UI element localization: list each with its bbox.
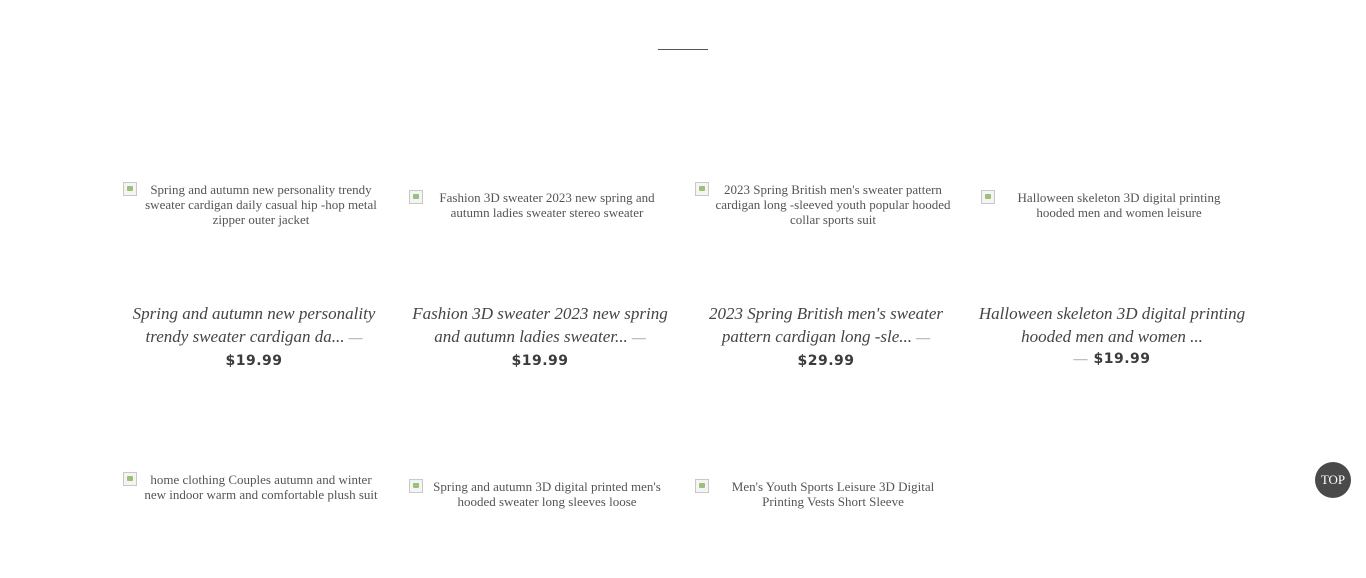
product-image-alt: home clothing Couples autumn and winter … [144,472,378,502]
broken-image-icon [123,182,137,196]
price-separator: — [916,331,931,346]
price-separator: — [348,331,363,346]
product-card[interactable]: Halloween skeleton 3D digital printing h… [979,0,1245,380]
back-to-top-button[interactable]: TOP [1315,462,1351,498]
price-separator: — [1073,352,1088,367]
product-title[interactable]: Halloween skeleton 3D digital printing h… [979,304,1245,346]
product-image-alt: 2023 Spring British men's sweater patter… [715,182,951,227]
product-image-alt: Spring and autumn 3D digital printed men… [433,479,661,509]
product-price: $19.99 [225,353,283,369]
product-price: $19.99 [1093,351,1151,367]
broken-image-icon [981,190,995,204]
broken-image-icon [409,479,423,493]
product-card[interactable]: home clothing Couples autumn and winter … [123,400,385,578]
product-card[interactable]: 2023 Spring British men's sweater patter… [695,0,957,380]
broken-image-icon [695,182,709,196]
product-info[interactable]: 2023 Spring British men's sweater patter… [689,302,963,371]
product-card[interactable]: Men's Youth Sports Leisure 3D Digital Pr… [695,400,957,578]
product-image-alt: Halloween skeleton 3D digital printing h… [1017,190,1221,220]
product-image[interactable]: home clothing Couples autumn and winter … [123,472,385,502]
product-image[interactable]: Spring and autumn 3D digital printed men… [409,479,671,509]
product-info[interactable]: Fashion 3D sweater 2023 new spring and a… [403,302,677,371]
product-title[interactable]: Spring and autumn new personality trendy… [133,304,376,346]
product-title[interactable]: 2023 Spring British men's sweater patter… [709,304,943,346]
product-image-alt: Spring and autumn new personality trendy… [145,182,377,227]
product-card[interactable]: Fashion 3D sweater 2023 new spring and a… [409,0,671,380]
product-image[interactable]: Spring and autumn new personality trendy… [123,182,385,227]
broken-image-icon [695,479,709,493]
product-price: $29.99 [797,353,855,369]
product-info[interactable]: Halloween skeleton 3D digital printing h… [975,302,1249,370]
product-title[interactable]: Fashion 3D sweater 2023 new spring and a… [412,304,667,346]
product-price: $19.99 [511,353,569,369]
product-image[interactable]: Halloween skeleton 3D digital printing h… [981,190,1243,220]
product-card[interactable]: Spring and autumn 3D digital printed men… [409,400,671,578]
product-image[interactable]: Fashion 3D sweater 2023 new spring and a… [409,190,671,220]
collection-page: Spring and autumn new personality trendy… [0,0,1366,578]
product-image[interactable]: Men's Youth Sports Leisure 3D Digital Pr… [695,479,957,509]
product-image-alt: Fashion 3D sweater 2023 new spring and a… [439,190,655,220]
product-image-alt: Men's Youth Sports Leisure 3D Digital Pr… [731,479,935,509]
product-image[interactable]: 2023 Spring British men's sweater patter… [695,182,957,227]
broken-image-icon [123,472,137,486]
product-info[interactable]: Spring and autumn new personality trendy… [117,302,391,371]
price-separator: — [631,331,646,346]
product-card[interactable]: Spring and autumn new personality trendy… [123,0,385,380]
broken-image-icon [409,190,423,204]
